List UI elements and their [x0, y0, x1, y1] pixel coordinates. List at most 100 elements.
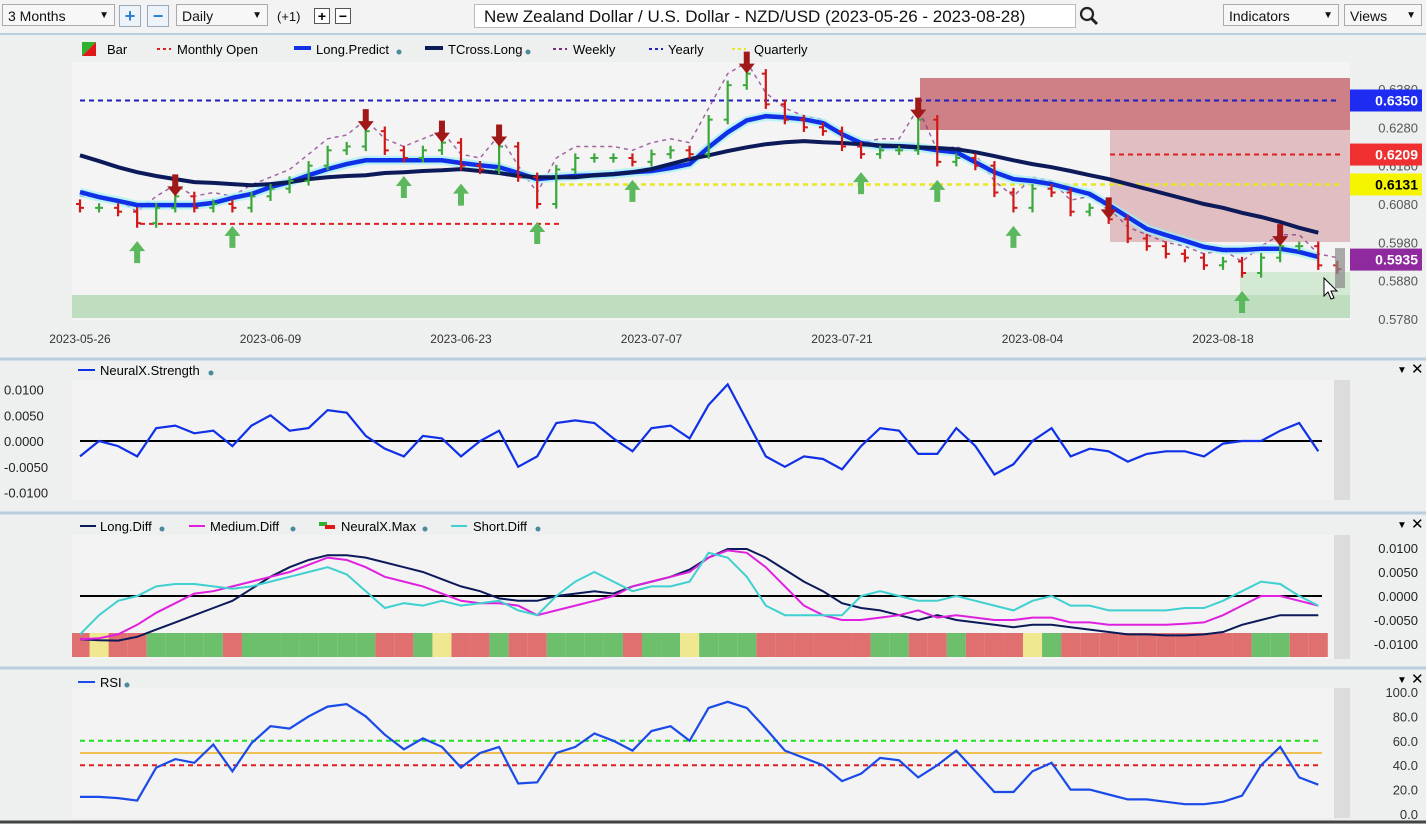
close-panel-icon[interactable]: ✕ — [1411, 361, 1424, 378]
settings-dot-icon[interactable] — [396, 49, 402, 55]
settings-dot-icon[interactable] — [535, 526, 541, 532]
price-axis-tick: 0.5780 — [1378, 312, 1418, 327]
settings-dot-icon[interactable] — [290, 526, 296, 532]
neuralx-max-cell — [1042, 633, 1062, 657]
neuralx-max-cell — [832, 633, 852, 657]
date-axis-tick: 2023-08-04 — [1002, 332, 1064, 346]
price-axis-tick: 0.5980 — [1378, 235, 1418, 250]
neuralx-max-cell — [984, 633, 1004, 657]
strength-axis-tick: -0.0100 — [4, 486, 48, 501]
price-axis-tick: 0.6280 — [1378, 120, 1418, 135]
neuralx-max-cell — [565, 633, 585, 657]
current-bar-highlight — [1335, 248, 1345, 289]
neuralx-max-cell — [851, 633, 871, 657]
neuralx-max-cell — [1099, 633, 1119, 657]
neuralx-max-cell — [622, 633, 642, 657]
support-zone-extension — [1240, 272, 1350, 295]
neuralx-max-cell — [241, 633, 261, 657]
panel-menu-icon[interactable]: ▼ — [1397, 520, 1407, 531]
neuralx-max-cell — [72, 633, 92, 657]
scrollbar[interactable] — [1334, 380, 1350, 500]
settings-dot-icon[interactable] — [159, 526, 165, 532]
rsi-axis-tick: 60.0 — [1393, 734, 1418, 749]
settings-dot-icon[interactable] — [124, 682, 130, 688]
price-level-label: 0.6209 — [1375, 147, 1418, 163]
neuralx-max-cell — [546, 633, 566, 657]
neuralx-max-cell — [1194, 633, 1214, 657]
neuralx-max-cell — [451, 633, 471, 657]
legend-label: TCross.Long — [448, 42, 522, 57]
diff-axis-tick: -0.0100 — [1374, 637, 1418, 652]
neuralx-max-cell — [1175, 633, 1195, 657]
neuralx-max-cell — [1232, 633, 1252, 657]
neuralx-max-cell — [470, 633, 490, 657]
legend-label: Monthly Open — [177, 42, 258, 57]
neuralx-max-cell — [203, 633, 223, 657]
neuralx-max-cell — [1118, 633, 1138, 657]
neuralx-max-cell — [261, 633, 281, 657]
panel-menu-icon[interactable]: ▼ — [1397, 365, 1407, 376]
neuralx-max-cell — [1061, 633, 1081, 657]
date-axis-tick: 2023-08-18 — [1192, 332, 1254, 346]
rsi-axis-tick: 80.0 — [1393, 709, 1418, 724]
strength-panel-controls: ▼ ✕ — [1397, 361, 1424, 378]
settings-dot-icon[interactable] — [525, 49, 531, 55]
settings-dot-icon[interactable] — [422, 526, 428, 532]
scrollbar[interactable] — [1334, 688, 1350, 818]
legend-label: RSI — [100, 675, 122, 690]
scrollbar[interactable] — [1334, 535, 1350, 659]
neuralx-max-cell — [965, 633, 985, 657]
legend-label: Long.Diff — [100, 519, 152, 534]
rsi-panel-controls: ▼ ✕ — [1397, 671, 1424, 688]
support-zone — [72, 295, 1350, 318]
neuralx-max-cell — [508, 633, 528, 657]
neuralx-max-cell — [184, 633, 204, 657]
legend-label: Long.Predict — [316, 42, 389, 57]
neuralx-max-cell — [680, 633, 700, 657]
neuralx-max-cell — [661, 633, 681, 657]
settings-dot-icon[interactable] — [208, 370, 214, 376]
neuralx-max-cell — [794, 633, 814, 657]
neuralx-max-cell — [527, 633, 547, 657]
neuralx-max-cell — [1080, 633, 1100, 657]
legend-label: Yearly — [668, 42, 704, 57]
close-panel-icon[interactable]: ✕ — [1411, 671, 1424, 688]
neuralx-max-cell — [603, 633, 623, 657]
price-level-label: 0.6350 — [1375, 93, 1418, 109]
date-axis-tick: 2023-05-26 — [49, 332, 111, 346]
neuralx-max-cell — [489, 633, 509, 657]
neuralx-max-cell — [1251, 633, 1271, 657]
neuralx-max-cell — [1003, 633, 1023, 657]
resistance-zone — [920, 78, 1350, 130]
diff-axis-tick: 0.0050 — [1378, 565, 1418, 580]
neuralx-max-cell — [1308, 633, 1328, 657]
diff-legend: Long.Diff Medium.Diff NeuralX.Max Short.… — [80, 519, 541, 534]
neuralx-max-cell — [718, 633, 738, 657]
panel-menu-icon[interactable]: ▼ — [1397, 675, 1407, 686]
price-level-label: 0.6131 — [1375, 176, 1418, 192]
rsi-axis-tick: 0.0 — [1400, 807, 1418, 822]
neuralx-max-cell — [318, 633, 338, 657]
neuralx-max-cell — [299, 633, 319, 657]
rsi-axis-tick: 20.0 — [1393, 783, 1418, 798]
legend-label: Short.Diff — [473, 519, 527, 534]
neuralx-max-cell — [146, 633, 166, 657]
rsi-legend: RSI — [78, 675, 130, 690]
neuralx-max-cell — [394, 633, 414, 657]
diff-axis-tick: -0.0050 — [1374, 613, 1418, 628]
legend-label: Bar — [107, 42, 128, 57]
close-panel-icon[interactable]: ✕ — [1411, 516, 1424, 533]
neuralx-max-cell — [375, 633, 395, 657]
neuralx-max-cell — [642, 633, 662, 657]
neuralx-max-cell — [584, 633, 604, 657]
neuralx-max-cell — [413, 633, 433, 657]
neuralx-max-cell — [737, 633, 757, 657]
strength-axis-tick: 0.0000 — [4, 434, 44, 449]
strength-axis-tick: 0.0100 — [4, 383, 44, 398]
legend-label: Quarterly — [754, 42, 808, 57]
chart-canvas[interactable]: 0.63800.62800.61800.60800.59800.58800.57… — [0, 0, 1426, 824]
neuralx-max-cell — [1213, 633, 1233, 657]
neuralx-max-cell — [1270, 633, 1290, 657]
neuralx-max-cell — [870, 633, 890, 657]
rsi-axis-tick: 40.0 — [1393, 758, 1418, 773]
